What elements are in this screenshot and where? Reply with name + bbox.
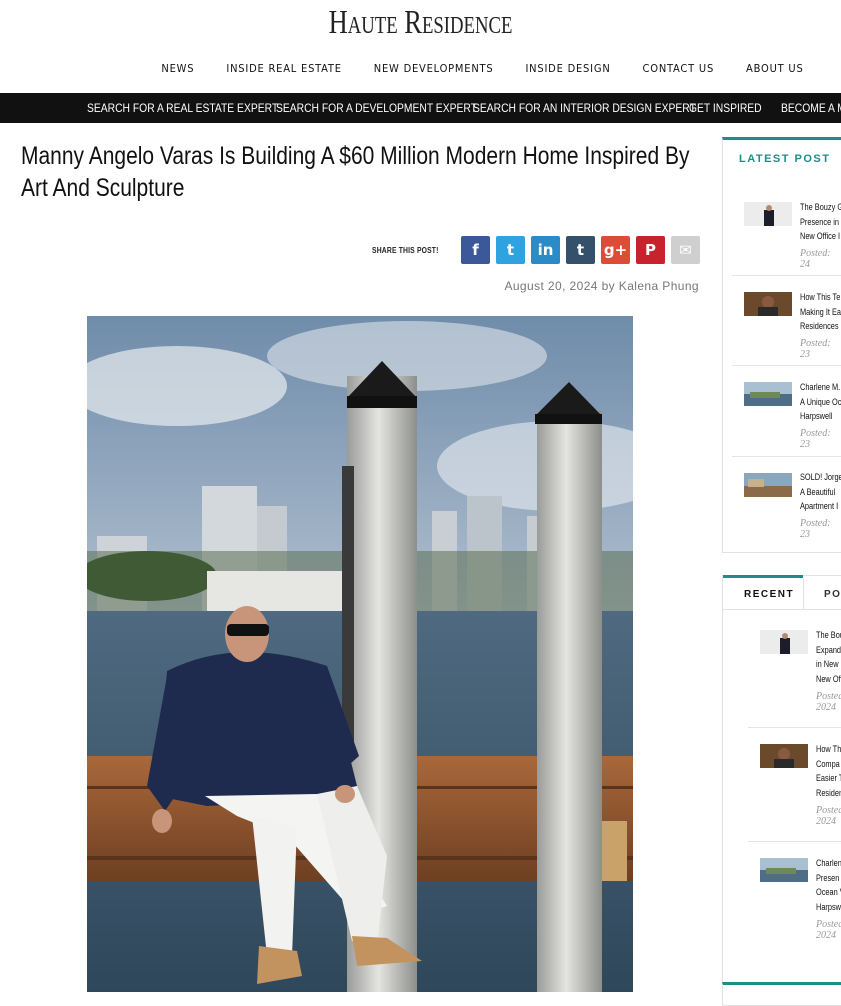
article-author[interactable]: Kalena Phung: [619, 279, 699, 293]
article-hero-photo: [87, 316, 633, 992]
by-label: by: [601, 279, 616, 293]
recent-line: The Bou: [816, 630, 841, 640]
recent-line: Presen: [816, 872, 840, 883]
recent-posted-label: Posted: [816, 919, 841, 930]
divider: [748, 727, 841, 728]
latest-post-title: LATEST POST: [739, 153, 831, 165]
latest-posted: Posted: 23: [800, 428, 831, 450]
share-label: SHARE THIS POST!: [372, 246, 439, 255]
recent-posted-year: 2024: [816, 930, 836, 941]
recent-line: Charlen: [816, 858, 841, 868]
nav-news[interactable]: NEWS: [161, 62, 194, 75]
search-real-estate-expert-link[interactable]: SEARCH FOR A REAL ESTATE EXPERT: [87, 93, 278, 123]
article-date: August 20, 2024: [504, 279, 598, 293]
twitter-icon[interactable]: t: [496, 236, 525, 264]
tab-divider: [803, 578, 804, 610]
article-title: Manny Angelo Varas Is Building A $60 Mil…: [21, 142, 690, 202]
email-icon[interactable]: ✉: [671, 236, 700, 264]
latest-line: The Bouzy G: [800, 202, 841, 212]
latest-posted: Posted: 23: [800, 518, 831, 540]
latest-thumb: [744, 473, 792, 497]
nav-new-developments[interactable]: NEW DEVELOPMENTS: [374, 62, 494, 75]
top-nav: NEWS INSIDE REAL ESTATE NEW DEVELOPMENTS…: [0, 62, 841, 75]
get-inspired-link[interactable]: GET INSPIRED: [689, 93, 762, 123]
divider: [732, 275, 841, 276]
latest-thumb: [744, 292, 792, 316]
latest-line: Charlene M.: [800, 382, 841, 392]
latest-thumb: [744, 382, 792, 406]
recent-line: Harpsw: [816, 901, 841, 912]
search-interior-design-expert-link[interactable]: SEARCH FOR AN INTERIOR DESIGN EXPERT: [473, 93, 696, 123]
facebook-icon[interactable]: f: [461, 236, 490, 264]
become-a-member-link[interactable]: BECOME A ME: [781, 93, 841, 123]
recent-line: Residen: [816, 787, 841, 798]
latest-line: How This Te: [800, 292, 841, 302]
photo-illustration: [87, 316, 633, 992]
linkedin-icon[interactable]: in: [531, 236, 560, 264]
latest-line: A Beautiful: [800, 486, 836, 497]
recent-line: Compa: [816, 758, 840, 769]
recent-posted-label: Posted: [816, 805, 841, 816]
search-development-expert-link[interactable]: SEARCH FOR A DEVELOPMENT EXPERT: [276, 93, 477, 123]
secondary-nav: SEARCH FOR A REAL ESTATE EXPERT SEARCH F…: [0, 93, 841, 123]
recent-posted: Posted 2024: [816, 919, 841, 941]
latest-line: A Unique Oc: [800, 396, 841, 407]
latest-line: New Office I: [800, 231, 841, 241]
recent-posted-year: 2024: [816, 702, 836, 713]
googleplus-icon[interactable]: g+: [601, 236, 630, 264]
divider: [732, 365, 841, 366]
latest-line: Residences: [800, 321, 839, 331]
recent-line: How Th: [816, 744, 841, 754]
tabs-underline: [723, 609, 841, 610]
recent-thumb: [760, 630, 808, 654]
recent-line: in New: [816, 659, 839, 669]
nav-contact-us[interactable]: CONTACT US: [643, 62, 715, 75]
nav-about-us[interactable]: ABOUT US: [746, 62, 804, 75]
recent-posted-label: Posted: [816, 691, 841, 702]
article-meta: August 20, 2024 by Kalena Phung: [504, 279, 699, 293]
recent-line: New Off: [816, 673, 841, 684]
latest-line: Presence in: [800, 216, 839, 227]
divider: [748, 841, 841, 842]
latest-line: SOLD! Jorge: [800, 472, 841, 482]
latest-thumb: [744, 202, 792, 226]
latest-line: Harpswell: [800, 411, 833, 421]
recent-posted-year: 2024: [816, 816, 836, 827]
pinterest-icon[interactable]: P: [636, 236, 665, 264]
recent-thumb: [760, 744, 808, 768]
latest-line: Making It Ea: [800, 306, 841, 317]
recent-line: Expands: [816, 644, 841, 655]
social-share-buttons: f t in t g+ P ✉: [461, 236, 700, 264]
recent-thumb: [760, 858, 808, 882]
latest-line: Apartment I: [800, 501, 839, 511]
latest-posted: Posted: 23: [800, 338, 831, 360]
tumblr-icon[interactable]: t: [566, 236, 595, 264]
recent-posted: Posted 2024: [816, 691, 841, 713]
recent-line: Ocean V: [816, 887, 841, 897]
divider: [732, 456, 841, 457]
nav-inside-real-estate[interactable]: INSIDE REAL ESTATE: [226, 62, 341, 75]
nav-inside-design[interactable]: INSIDE DESIGN: [525, 62, 610, 75]
tab-recent[interactable]: RECENT: [744, 578, 794, 612]
recent-line: Easier T: [816, 773, 841, 783]
tab-popular[interactable]: POP: [824, 578, 841, 612]
recent-posted: Posted 2024: [816, 805, 841, 827]
latest-posted: Posted: 24: [800, 248, 831, 270]
site-logo[interactable]: Haute Residence: [93, 4, 749, 42]
next-widget: [722, 982, 841, 1006]
